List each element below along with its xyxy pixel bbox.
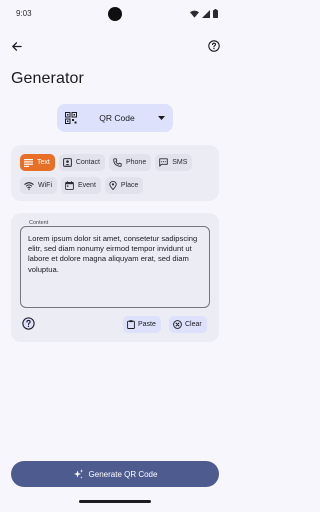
clear-button[interactable]: Clear: [169, 316, 207, 333]
battery-icon: [213, 9, 218, 18]
code-type-dropdown[interactable]: QR Code: [57, 104, 173, 132]
status-bar: 9:03: [0, 0, 230, 28]
generate-button[interactable]: Generate QR Code: [11, 461, 219, 487]
content-textarea[interactable]: Lorem ipsum dolor sit amet, consetetur s…: [20, 226, 210, 308]
camera-cutout: [108, 7, 122, 21]
chip-text[interactable]: Text: [20, 154, 55, 171]
text-lines-icon: [24, 158, 33, 167]
chip-sms[interactable]: SMS: [155, 154, 193, 171]
chip-place[interactable]: Place: [104, 177, 144, 194]
contact-card-icon: [62, 158, 72, 167]
chip-label: WiFi: [38, 182, 52, 189]
clear-circle-icon: [173, 320, 182, 329]
content-actions: Paste Clear: [20, 315, 210, 333]
status-time: 9:03: [16, 9, 32, 18]
status-icons: [190, 9, 218, 18]
chip-phone[interactable]: Phone: [108, 154, 152, 171]
phone-icon: [113, 158, 122, 167]
help-circle-icon: [208, 40, 220, 52]
clear-label: Clear: [185, 321, 202, 328]
chip-label: Place: [120, 182, 139, 189]
wifi-icon: [24, 181, 34, 190]
sms-icon: [159, 158, 168, 167]
top-app-bar: [0, 36, 230, 56]
content-type-chips: Text Contact Phone SMS WiFi Event Place: [11, 145, 219, 201]
cell-signal-icon: [202, 9, 210, 18]
generate-label: Generate QR Code: [88, 469, 158, 479]
chip-event[interactable]: Event: [61, 177, 101, 194]
chip-wifi[interactable]: WiFi: [20, 177, 57, 194]
content-card: Lorem ipsum dolor sit amet, consetetur s…: [11, 213, 219, 342]
chip-label: Phone: [125, 159, 147, 166]
paste-button[interactable]: Paste: [123, 316, 161, 333]
page-title: Generator: [11, 70, 84, 87]
help-button[interactable]: [204, 36, 224, 56]
dropdown-selected-value: QR Code: [99, 113, 135, 123]
paste-label: Paste: [138, 321, 156, 328]
home-indicator: [79, 500, 151, 503]
chevron-down-icon: [157, 114, 165, 122]
help-circle-icon: [22, 317, 35, 330]
arrow-back-icon: [11, 41, 22, 51]
content-field-label: Content: [27, 220, 51, 226]
back-button[interactable]: [6, 36, 26, 56]
clipboard-icon: [127, 320, 135, 329]
chip-label: Event: [78, 182, 96, 189]
chip-contact[interactable]: Contact: [58, 154, 105, 171]
qr-code-icon: [65, 112, 77, 124]
calendar-icon: [65, 181, 74, 190]
location-pin-icon: [109, 181, 117, 190]
chip-label: SMS: [172, 159, 188, 166]
chip-label: Contact: [75, 159, 100, 166]
wifi-signal-icon: [190, 10, 199, 18]
chip-label: Text: [37, 159, 50, 166]
sparkle-icon: [73, 468, 83, 479]
content-help-button[interactable]: [22, 317, 36, 331]
